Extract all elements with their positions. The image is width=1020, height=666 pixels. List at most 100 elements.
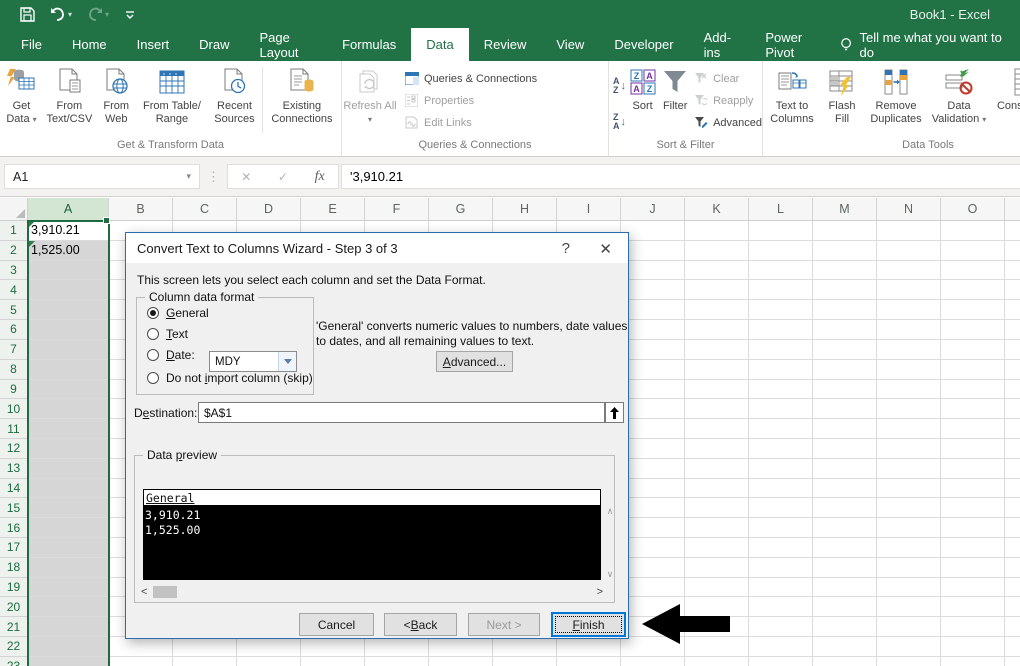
cell-K15[interactable] (685, 498, 749, 519)
row-header-1[interactable]: 1 (0, 221, 28, 241)
cell-K19[interactable] (685, 577, 749, 598)
cell-N14[interactable] (877, 478, 941, 499)
cell-L18[interactable] (749, 557, 813, 578)
cell-J3[interactable] (621, 260, 685, 281)
cell-L20[interactable] (749, 597, 813, 618)
cell-L11[interactable] (749, 419, 813, 439)
cell-A18[interactable] (28, 557, 109, 578)
cell-L16[interactable] (749, 518, 813, 538)
cell-P7[interactable] (1005, 339, 1020, 360)
cell-P21[interactable] (1005, 617, 1020, 638)
column-header-B[interactable]: B (109, 198, 173, 221)
column-header-P[interactable]: P (1005, 198, 1020, 221)
save-icon[interactable] (20, 6, 35, 22)
column-header-J[interactable]: J (621, 198, 685, 221)
scrollbar-thumb[interactable] (153, 585, 178, 598)
finish-button[interactable]: Finish (552, 613, 625, 636)
preview-horizontal-scrollbar[interactable]: < > (141, 584, 603, 599)
from-table-range-button[interactable]: From Table/ Range (137, 64, 207, 136)
column-header-C[interactable]: C (173, 198, 237, 221)
row-header-20[interactable]: 20 (0, 597, 28, 618)
cell-O6[interactable] (941, 320, 1005, 340)
cell-L17[interactable] (749, 538, 813, 558)
preview-column-header[interactable]: General (143, 489, 601, 506)
cell-O10[interactable] (941, 399, 1005, 420)
cell-O3[interactable] (941, 260, 1005, 281)
column-header-L[interactable]: L (749, 198, 813, 221)
cell-D22[interactable] (237, 637, 301, 657)
scroll-right-icon[interactable]: > (597, 586, 603, 598)
cell-A13[interactable] (28, 458, 109, 479)
cell-L4[interactable] (749, 280, 813, 301)
date-format-dropdown[interactable]: MDY (209, 351, 297, 372)
cell-J18[interactable] (621, 557, 685, 578)
fill-handle[interactable] (103, 217, 110, 224)
row-header-15[interactable]: 15 (0, 498, 28, 519)
cell-N19[interactable] (877, 577, 941, 598)
cell-G22[interactable] (429, 637, 493, 657)
cell-D23[interactable] (237, 656, 301, 666)
data-validation-button[interactable]: Data Validation ▾ (929, 64, 989, 136)
tab-page-layout[interactable]: Page Layout (245, 28, 328, 61)
cell-E23[interactable] (301, 656, 365, 666)
cell-B23[interactable] (109, 656, 173, 666)
cell-K5[interactable] (685, 300, 749, 321)
cell-J2[interactable] (621, 240, 685, 261)
radio-date[interactable]: Date: (147, 348, 195, 362)
cell-E22[interactable] (301, 637, 365, 657)
cell-M16[interactable] (813, 518, 877, 538)
cell-K16[interactable] (685, 518, 749, 538)
cell-J23[interactable] (621, 656, 685, 666)
cell-A19[interactable] (28, 577, 109, 598)
cell-O2[interactable] (941, 240, 1005, 261)
column-header-D[interactable]: D (237, 198, 301, 221)
column-header-E[interactable]: E (301, 198, 365, 221)
cell-O18[interactable] (941, 557, 1005, 578)
consolidate-button[interactable]: Consolidate (989, 64, 1020, 136)
cell-L7[interactable] (749, 339, 813, 360)
cell-P12[interactable] (1005, 438, 1020, 459)
cell-J14[interactable] (621, 478, 685, 499)
cancel-entry-icon[interactable]: ✕ (241, 170, 251, 184)
row-header-23[interactable]: 23 (0, 656, 28, 666)
cell-K12[interactable] (685, 438, 749, 459)
cell-A4[interactable] (28, 280, 109, 301)
cell-J15[interactable] (621, 498, 685, 519)
cell-M21[interactable] (813, 617, 877, 638)
cell-M10[interactable] (813, 399, 877, 420)
column-header-O[interactable]: O (941, 198, 1005, 221)
cell-A10[interactable] (28, 399, 109, 420)
cell-I22[interactable] (557, 637, 621, 657)
cell-N13[interactable] (877, 458, 941, 479)
cell-L3[interactable] (749, 260, 813, 281)
cell-N4[interactable] (877, 280, 941, 301)
tab-add-ins[interactable]: Add-ins (689, 28, 751, 61)
cell-K9[interactable] (685, 379, 749, 400)
cell-M4[interactable] (813, 280, 877, 301)
cell-J16[interactable] (621, 518, 685, 538)
cell-O13[interactable] (941, 458, 1005, 479)
cell-M17[interactable] (813, 538, 877, 558)
cell-M6[interactable] (813, 320, 877, 340)
tab-review[interactable]: Review (469, 28, 542, 61)
cell-O23[interactable] (941, 656, 1005, 666)
from-web-button[interactable]: From Web (96, 64, 137, 136)
cell-N2[interactable] (877, 240, 941, 261)
tab-developer[interactable]: Developer (599, 28, 688, 61)
cell-A17[interactable] (28, 538, 109, 558)
queries-connections-button[interactable]: Queries & Connections (404, 71, 537, 86)
cell-O9[interactable] (941, 379, 1005, 400)
cell-K17[interactable] (685, 538, 749, 558)
cell-L14[interactable] (749, 478, 813, 499)
cell-O12[interactable] (941, 438, 1005, 459)
cell-P4[interactable] (1005, 280, 1020, 301)
row-header-8[interactable]: 8 (0, 359, 28, 380)
column-header-N[interactable]: N (877, 198, 941, 221)
cell-P9[interactable] (1005, 379, 1020, 400)
cell-M23[interactable] (813, 656, 877, 666)
cell-M20[interactable] (813, 597, 877, 618)
preview-data-area[interactable]: 3,910.21 1,525.00 (143, 506, 601, 580)
cell-N3[interactable] (877, 260, 941, 281)
cell-M3[interactable] (813, 260, 877, 281)
undo-dropdown-caret[interactable]: ▾ (68, 10, 72, 19)
